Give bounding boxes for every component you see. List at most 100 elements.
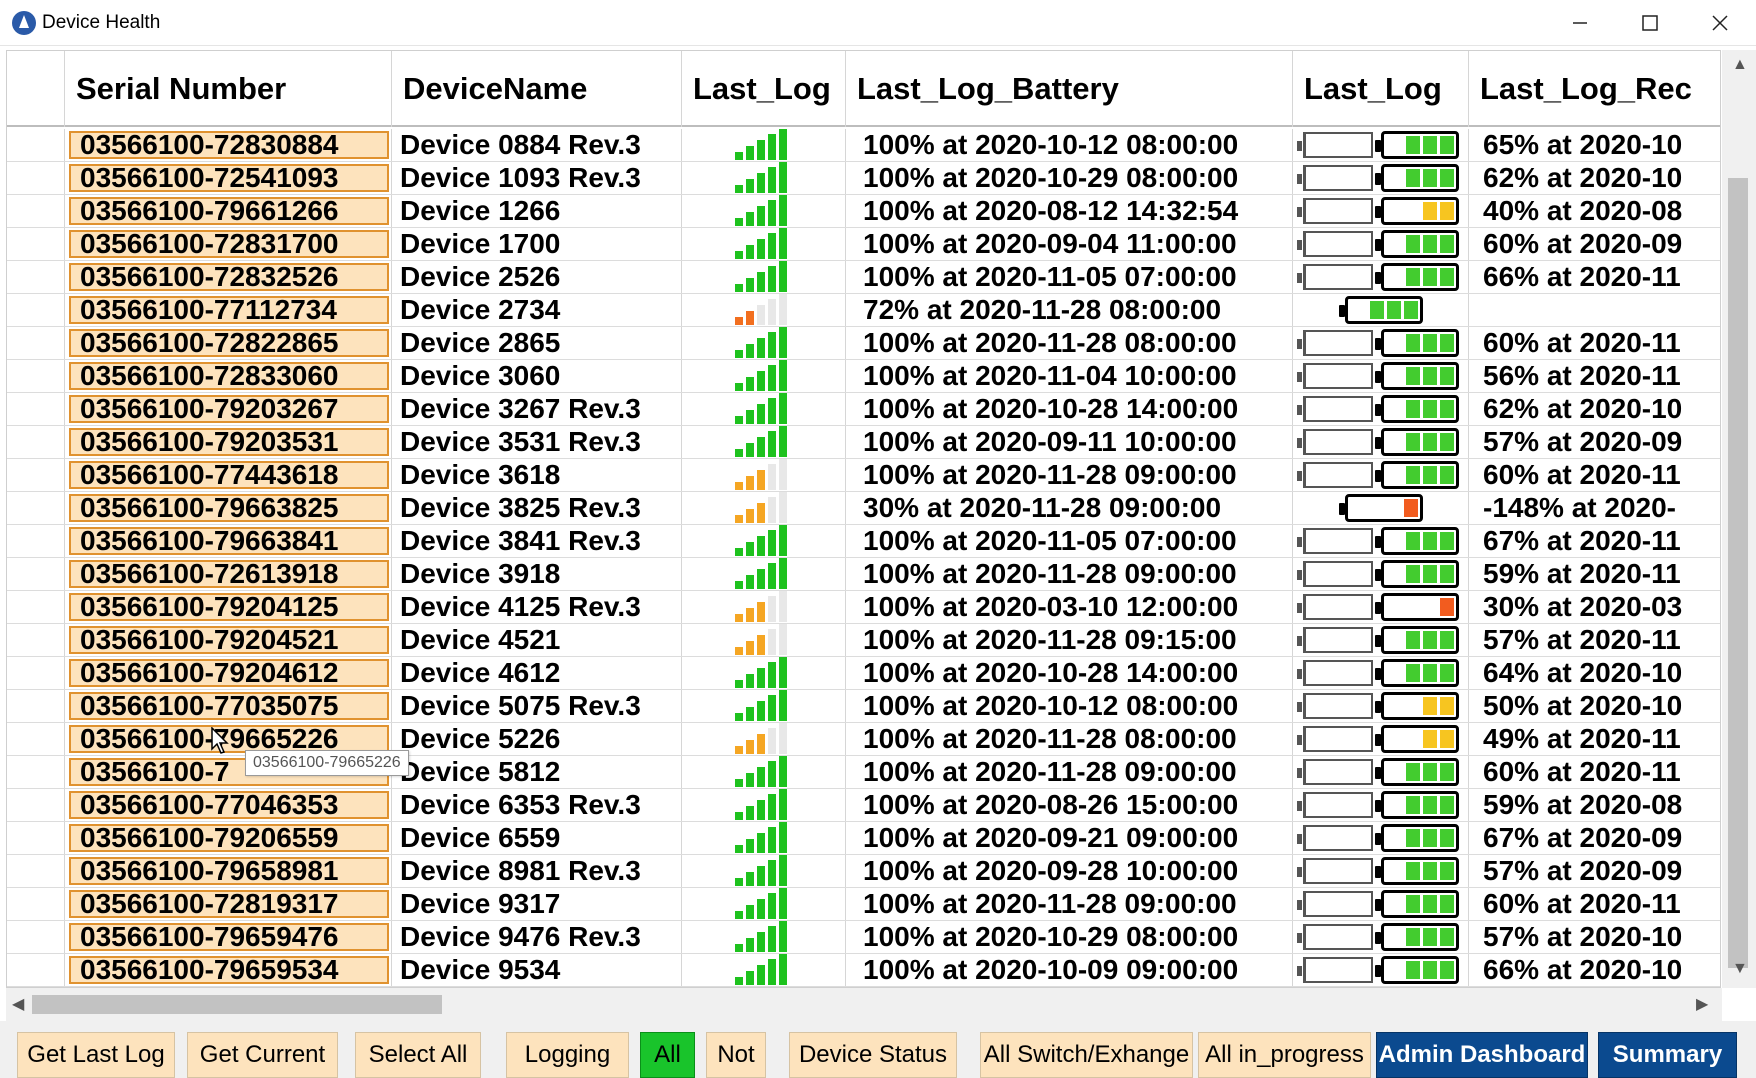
row-selector[interactable] [7, 360, 65, 392]
row-selector[interactable] [7, 954, 65, 986]
row-selector[interactable] [7, 327, 65, 359]
table-row[interactable]: 03566100-72833060 Device 3060 100% at 2020… [7, 360, 1720, 393]
row-selector[interactable] [7, 690, 65, 722]
table-row[interactable]: 03566100-79659534 Device 9534 100% at 2020… [7, 954, 1720, 987]
header-serial-number[interactable]: Serial Number [65, 51, 392, 127]
summary-button[interactable]: Summary [1598, 1032, 1737, 1078]
row-selector[interactable] [7, 789, 65, 821]
table-row[interactable]: 03566100-72832526 Device 2526 100% at 2020… [7, 261, 1720, 294]
get-current-button[interactable]: Get Current [187, 1032, 338, 1078]
serial-cell[interactable]: 03566100-72613918 [65, 558, 392, 590]
admin-dashboard-button[interactable]: Admin Dashboard [1376, 1032, 1588, 1078]
get-last-log-button[interactable]: Get Last Log [17, 1032, 175, 1078]
scroll-down-icon[interactable]: ▼ [1732, 960, 1748, 978]
row-selector[interactable] [7, 624, 65, 656]
row-selector[interactable] [7, 228, 65, 260]
horizontal-scroll-thumb[interactable] [32, 995, 442, 1014]
device-status-button[interactable]: Device Status [789, 1032, 957, 1078]
table-row[interactable]: 03566100-77443618 Device 3618 100% at 2020… [7, 459, 1720, 492]
table-row[interactable]: 03566100-79204125 Device 4125 Rev.3 100% a… [7, 591, 1720, 624]
header-select[interactable] [7, 51, 65, 127]
all-filter-button[interactable]: All [640, 1032, 695, 1078]
table-row[interactable]: 03566100-79663825 Device 3825 Rev.3 30% at… [7, 492, 1720, 525]
all-switch-exchange-button[interactable]: All Switch/Exhange [980, 1032, 1193, 1078]
table-row[interactable]: 03566100-79658981 Device 8981 Rev.3 100% a… [7, 855, 1720, 888]
row-selector[interactable] [7, 921, 65, 953]
row-selector[interactable] [7, 855, 65, 887]
serial-cell[interactable]: 03566100-79203531 [65, 426, 392, 458]
all-in-progress-button[interactable]: All in_progress [1198, 1032, 1371, 1078]
table-row[interactable]: 03566100-72541093 Device 1093 Rev.3 100% a… [7, 162, 1720, 195]
table-row[interactable]: 03566100-79204612 Device 4612 100% at 2020… [7, 657, 1720, 690]
row-selector[interactable] [7, 756, 65, 788]
serial-cell[interactable]: 03566100-77046353 [65, 789, 392, 821]
not-filter-button[interactable]: Not [706, 1032, 766, 1078]
serial-cell[interactable]: 03566100-79204521 [65, 624, 392, 656]
serial-cell[interactable]: 03566100-72833060 [65, 360, 392, 392]
row-selector[interactable] [7, 195, 65, 227]
serial-cell[interactable]: 03566100-79663825 [65, 492, 392, 524]
row-selector[interactable] [7, 492, 65, 524]
table-row[interactable]: 03566100-79661266 Device 1266 100% at 2020… [7, 195, 1720, 228]
serial-cell[interactable]: 03566100-72831700 [65, 228, 392, 260]
serial-cell[interactable]: 03566100-72819317 [65, 888, 392, 920]
serial-cell[interactable]: 03566100-79661266 [65, 195, 392, 227]
serial-cell[interactable]: 03566100-79659534 [65, 954, 392, 986]
minimize-button[interactable] [1545, 0, 1615, 46]
vertical-scroll-thumb[interactable] [1728, 178, 1748, 968]
row-selector[interactable] [7, 888, 65, 920]
row-selector[interactable] [7, 393, 65, 425]
row-selector[interactable] [7, 162, 65, 194]
serial-cell[interactable]: 03566100-79659476 [65, 921, 392, 953]
row-selector[interactable] [7, 426, 65, 458]
table-row[interactable]: 03566100-79203267 Device 3267 Rev.3 100% a… [7, 393, 1720, 426]
row-selector[interactable] [7, 459, 65, 491]
table-row[interactable]: 03566100-72613918 Device 3918 100% at 2020… [7, 558, 1720, 591]
header-last-log-battery[interactable]: Last_Log_Battery [846, 51, 1293, 127]
table-row[interactable]: 03566100-79659476 Device 9476 Rev.3 100% a… [7, 921, 1720, 954]
serial-cell[interactable]: 03566100-72822865 [65, 327, 392, 359]
row-selector[interactable] [7, 129, 65, 161]
header-device-name[interactable]: DeviceName [392, 51, 682, 127]
device-grid[interactable]: Serial Number DeviceName Last_Log Last_L… [6, 50, 1721, 988]
scroll-left-icon[interactable]: ◀ [12, 994, 24, 1014]
maximize-button[interactable] [1615, 0, 1685, 46]
serial-cell[interactable]: 03566100-72541093 [65, 162, 392, 194]
scroll-up-icon[interactable]: ▲ [1732, 56, 1748, 74]
row-selector[interactable] [7, 261, 65, 293]
serial-cell[interactable]: 03566100-72832526 [65, 261, 392, 293]
row-selector[interactable] [7, 822, 65, 854]
logging-button[interactable]: Logging [506, 1032, 629, 1078]
row-selector[interactable] [7, 657, 65, 689]
table-row[interactable]: 03566100-77112734 Device 2734 72% at 2020-… [7, 294, 1720, 327]
header-last-log[interactable]: Last_Log [682, 51, 846, 127]
serial-cell[interactable]: 03566100-77112734 [65, 294, 392, 326]
vertical-scrollbar[interactable]: ▲ ▼ [1722, 50, 1756, 988]
table-row[interactable]: 03566100-79204521 Device 4521 100% at 2020… [7, 624, 1720, 657]
select-all-button[interactable]: Select All [355, 1032, 481, 1078]
table-row[interactable]: 03566100-79203531 Device 3531 Rev.3 100% a… [7, 426, 1720, 459]
table-row[interactable]: 03566100-79663841 Device 3841 Rev.3 100% a… [7, 525, 1720, 558]
serial-cell[interactable]: 03566100-79204125 [65, 591, 392, 623]
row-selector[interactable] [7, 591, 65, 623]
row-selector[interactable] [7, 294, 65, 326]
serial-cell[interactable]: 03566100-77035075 [65, 690, 392, 722]
serial-cell[interactable]: 03566100-79203267 [65, 393, 392, 425]
table-row[interactable]: 03566100-72830884 Device 0884 Rev.3 100% a… [7, 129, 1720, 162]
row-selector[interactable] [7, 558, 65, 590]
table-row[interactable]: 03566100-72831700 Device 1700 100% at 2020… [7, 228, 1720, 261]
table-row[interactable]: 03566100-79206559 Device 6559 100% at 2020… [7, 822, 1720, 855]
serial-cell[interactable]: 03566100-72830884 [65, 129, 392, 161]
scroll-right-icon[interactable]: ▶ [1696, 994, 1708, 1014]
table-row[interactable]: 03566100-72819317 Device 9317 100% at 2020… [7, 888, 1720, 921]
row-selector[interactable] [7, 525, 65, 557]
serial-cell[interactable]: 03566100-79658981 [65, 855, 392, 887]
serial-cell[interactable]: 03566100-77443618 [65, 459, 392, 491]
header-last-log-rec[interactable]: Last_Log_Rec [1469, 51, 1720, 127]
row-selector[interactable] [7, 723, 65, 755]
table-row[interactable]: 03566100-77046353 Device 6353 Rev.3 100% a… [7, 789, 1720, 822]
serial-cell[interactable]: 03566100-79204612 [65, 657, 392, 689]
header-last-log-icon[interactable]: Last_Log [1293, 51, 1469, 127]
close-button[interactable] [1685, 0, 1755, 46]
serial-cell[interactable]: 03566100-79663841 [65, 525, 392, 557]
